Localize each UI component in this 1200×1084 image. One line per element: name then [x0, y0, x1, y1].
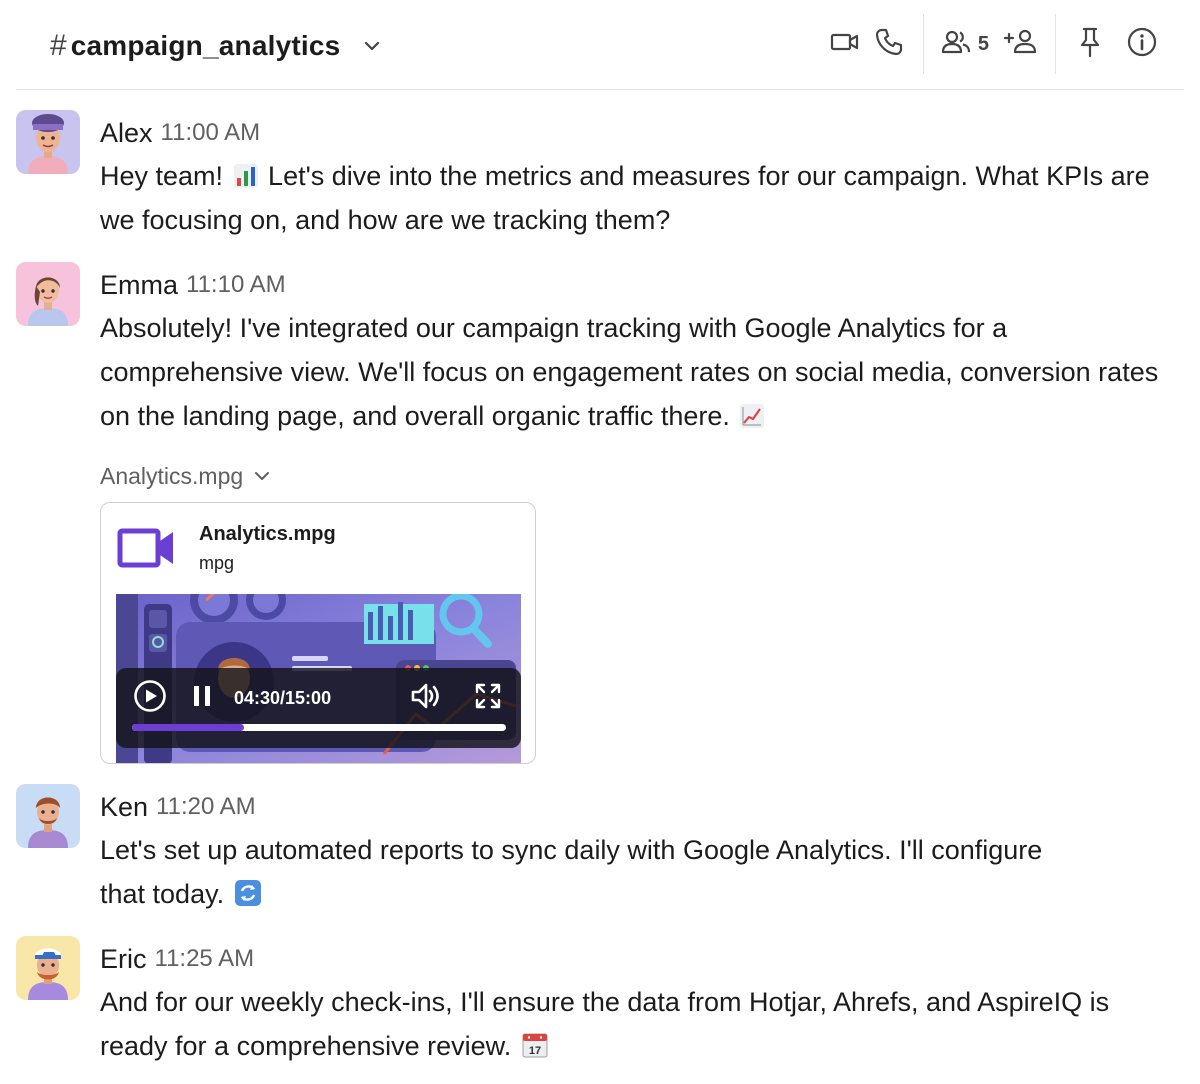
avatar[interactable] — [16, 936, 80, 1000]
message: Eric 11:25 AM And for our weekly check-i… — [16, 936, 1184, 1076]
attachment-toggle-label: Analytics.mpg — [100, 462, 244, 489]
message-text-part: And for our weekly check-ins, I'll ensur… — [100, 987, 1110, 1061]
timestamp[interactable]: 11:25 AM — [155, 945, 255, 973]
video-file-icon — [117, 525, 177, 571]
video-call-button[interactable] — [823, 22, 867, 66]
info-icon — [1126, 26, 1158, 63]
chevron-down-icon — [253, 467, 271, 485]
add-member-button[interactable] — [999, 22, 1043, 66]
timestamp[interactable]: 11:00 AM — [161, 119, 261, 147]
video-progress-fill — [132, 724, 245, 731]
message-text-part: Hey team! — [100, 161, 231, 191]
avatar[interactable] — [16, 110, 80, 174]
author-name[interactable]: Alex — [100, 118, 153, 149]
author-name[interactable]: Eric — [100, 944, 147, 975]
audio-call-button[interactable] — [867, 22, 911, 66]
header-divider — [1055, 14, 1056, 74]
channel-hash-symbol: # — [50, 29, 67, 62]
video-progress-bar[interactable] — [132, 724, 506, 731]
chart-increasing-emoji — [739, 398, 765, 428]
message-body: Eric 11:25 AM And for our weekly check-i… — [100, 936, 1184, 1068]
attachment-file-type: mpg — [199, 553, 235, 573]
bar-chart-emoji — [233, 158, 259, 188]
video-time: 04:30/15:00 — [234, 688, 332, 708]
message: Alex 11:00 AM Hey team! Let's dive into … — [16, 110, 1184, 240]
video-attachment-card[interactable]: Analytics.mpg mpg 04:30/15:00 — [100, 502, 536, 764]
message-text: Absolutely! I've integrated our campaign… — [100, 306, 1184, 438]
svg-text:17: 17 — [529, 1045, 541, 1057]
message-text-part: Absolutely! I've integrated our campaign… — [100, 313, 1159, 431]
play-circle-icon — [133, 679, 167, 718]
video-player[interactable]: 04:30/15:00 — [116, 594, 521, 763]
fullscreen-button[interactable] — [470, 680, 506, 716]
chevron-down-icon — [362, 36, 382, 56]
add-person-icon — [1003, 27, 1039, 62]
message-meta: Emma 11:10 AM — [100, 262, 1184, 306]
members-button[interactable]: 5 — [936, 22, 993, 66]
play-button[interactable] — [132, 679, 168, 718]
pause-button[interactable] — [188, 682, 216, 714]
message-body: Ken 11:20 AM Let's set up automated repo… — [100, 784, 1184, 916]
video-controls: 04:30/15:00 — [116, 668, 521, 748]
message-text: And for our weekly check-ins, I'll ensur… — [100, 980, 1184, 1068]
channel-info-button[interactable] — [1120, 22, 1164, 66]
calendar-emoji: 17 — [521, 1028, 548, 1058]
message-text: Hey team! Let's dive into the metrics an… — [100, 154, 1184, 242]
header-divider — [922, 14, 924, 74]
channel-header: # campaign_analytics 5 — [16, 0, 1184, 90]
timestamp[interactable]: 11:10 AM — [186, 271, 286, 299]
avatar[interactable] — [16, 262, 80, 326]
channel-name-button[interactable]: # campaign_analytics — [50, 28, 382, 64]
message-meta: Alex 11:00 AM — [100, 110, 1184, 154]
author-name[interactable]: Emma — [100, 270, 178, 301]
message-meta: Ken 11:20 AM — [100, 784, 1184, 828]
people-icon — [940, 27, 972, 62]
pin-button[interactable] — [1068, 22, 1112, 66]
author-name[interactable]: Ken — [100, 792, 148, 823]
arrows-counterclockwise-emoji — [234, 876, 261, 906]
phone-icon — [874, 27, 904, 62]
message: Ken 11:20 AM Let's set up automated repo… — [16, 784, 1184, 914]
pause-icon — [191, 684, 213, 713]
channel-name: campaign_analytics — [70, 30, 341, 61]
attachment-file-name[interactable]: Analytics.mpg — [199, 523, 336, 546]
message: Emma 11:10 AM Absolutely! I've integrate… — [16, 262, 1184, 442]
message-text: Let's set up automated reports to sync d… — [100, 828, 1184, 916]
avatar[interactable] — [16, 784, 80, 848]
message-body: Emma 11:10 AM Absolutely! I've integrate… — [100, 262, 1184, 438]
pin-icon — [1075, 26, 1105, 63]
message-body: Alex 11:00 AM Hey team! Let's dive into … — [100, 110, 1184, 242]
fullscreen-icon — [473, 681, 503, 716]
message-meta: Eric 11:25 AM — [100, 936, 1184, 980]
attachment-toggle[interactable]: Analytics.mpg — [100, 458, 271, 494]
volume-button[interactable] — [408, 680, 444, 716]
timestamp[interactable]: 11:20 AM — [156, 793, 256, 821]
member-count: 5 — [977, 32, 989, 55]
volume-icon — [410, 681, 442, 716]
header-actions: 5 — [823, 14, 1164, 74]
video-camera-icon — [830, 27, 860, 62]
